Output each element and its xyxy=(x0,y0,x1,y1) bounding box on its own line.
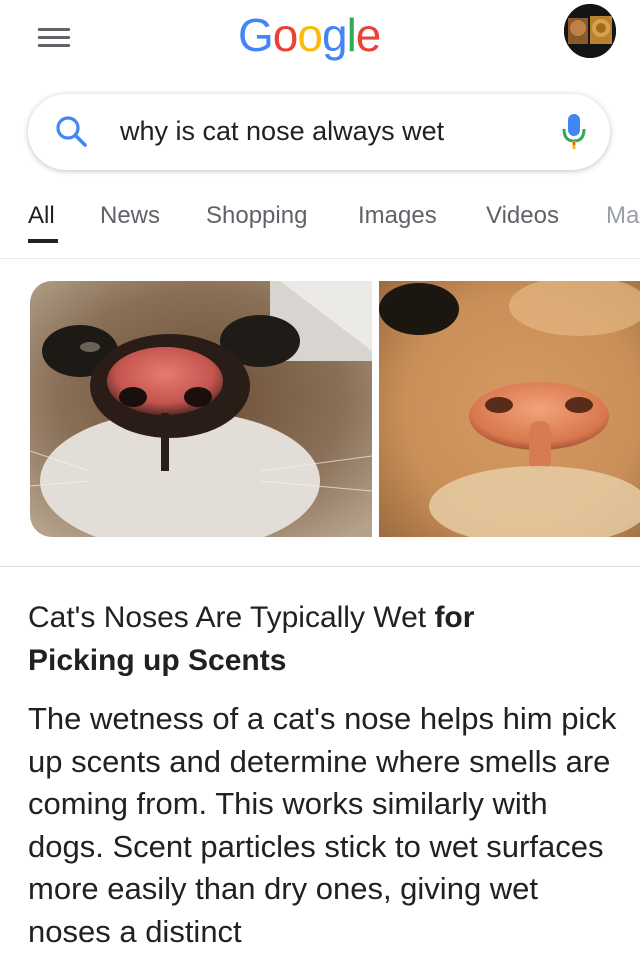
search-tabs: All News Shopping Images Videos Ma xyxy=(0,194,640,254)
user-avatar[interactable] xyxy=(564,4,616,58)
logo-letter-o: o xyxy=(272,9,299,61)
search-icon[interactable] xyxy=(54,114,90,150)
logo-letter-g: g xyxy=(321,9,348,61)
logo-letter-e: e xyxy=(355,9,382,61)
active-tab-indicator xyxy=(28,239,58,243)
search-input[interactable]: why is cat nose always wet xyxy=(120,116,444,147)
cat-nose-image-1[interactable] xyxy=(30,281,372,537)
tab-all[interactable]: All xyxy=(28,202,55,230)
title-bold-text: for xyxy=(434,601,475,634)
title-bold-text-2: Picking up Scents xyxy=(28,644,287,677)
cat-nose-image-2[interactable] xyxy=(379,281,640,537)
logo-letter-o: o xyxy=(297,9,323,61)
tab-images[interactable]: Images xyxy=(358,202,437,230)
tab-news[interactable]: News xyxy=(100,202,160,230)
microphone-icon[interactable] xyxy=(560,112,588,152)
logo-letter-g: G xyxy=(238,9,274,61)
hamburger-menu-icon[interactable] xyxy=(38,28,70,48)
search-box[interactable]: why is cat nose always wet xyxy=(28,94,610,170)
tabs-divider xyxy=(0,258,640,259)
tab-shopping[interactable]: Shopping xyxy=(206,202,307,230)
tab-videos[interactable]: Videos xyxy=(486,202,559,230)
logo-letter-l: l xyxy=(346,9,357,61)
featured-snippet-title: Cat's Noses Are Typically Wet for Pickin… xyxy=(28,596,612,682)
google-logo[interactable]: Google xyxy=(238,8,382,62)
top-bar: Google xyxy=(0,0,640,80)
tab-more[interactable]: Ma xyxy=(606,202,639,230)
featured-snippet-body: The wetness of a cat's nose helps him pi… xyxy=(28,701,617,949)
section-divider xyxy=(0,566,640,567)
title-regular-text: Cat's Noses Are Typically Wet xyxy=(28,601,435,634)
